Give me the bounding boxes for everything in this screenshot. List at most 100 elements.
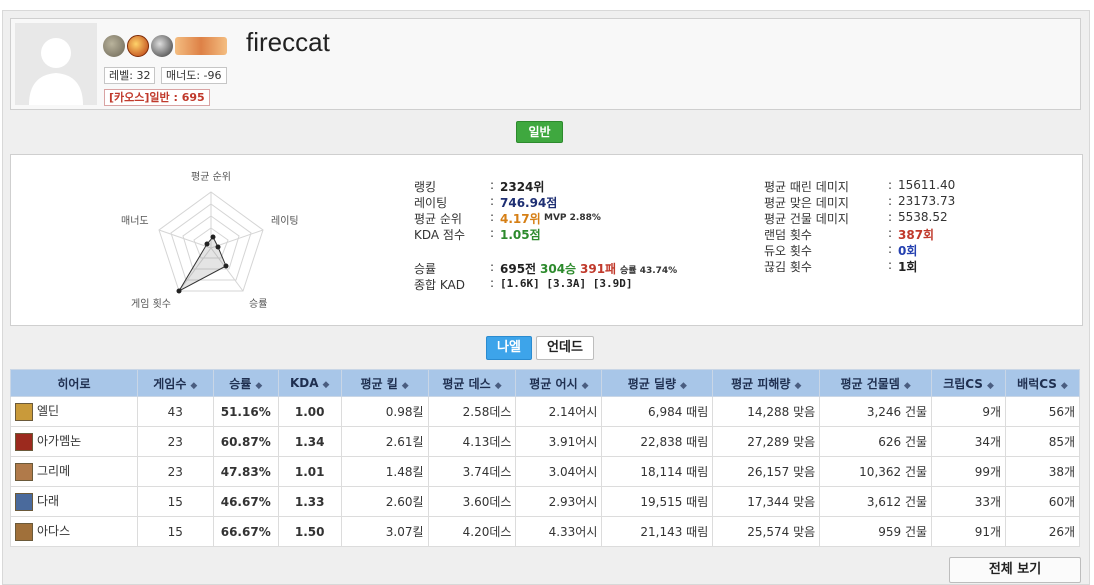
winrate-cell: 60.87% [212,426,279,457]
dealt-cell: 6,984 때림 [601,396,714,427]
sort-icon: ◆ [1060,380,1068,391]
stat-total-kad: 종합 KAD : [1.6K] [3.3A] [3.9D] [414,276,633,292]
table-row: 아가멤논 23 60.87% 1.34 2.61킬 4.13데스 3.91어시 … [10,426,1080,457]
col-avg-building[interactable]: 평균 건물뎀 ◆ [819,369,933,397]
table-row: 그리메 23 47.83% 1.01 1.48킬 3.74데스 3.04어시 1… [10,456,1080,487]
manner-chip: 매너도: -96 [161,67,227,84]
death-cell: 3.60데스 [427,486,517,517]
table-row: 엘딘 43 51.16% 1.00 0.98킬 2.58데스 2.14어시 6,… [10,396,1080,427]
stat-avg-rank: 평균 순위 : 4.17위 MVP 2.88% [414,210,601,226]
taken-cell: 25,574 맞음 [712,516,821,547]
stat-avg-dealt-damage: 평균 때린 데미지 : 15611.40 [764,178,956,194]
games-cell: 23 [136,426,214,457]
games-cell: 43 [136,396,214,427]
dealt-cell: 21,143 때림 [601,516,714,547]
sort-icon: ◆ [794,380,802,391]
sort-icon: ◆ [581,380,589,391]
dealt-cell: 22,838 때림 [601,426,714,457]
hero-cell[interactable]: 아가멤논 [10,426,138,457]
death-cell: 4.20데스 [427,516,517,547]
col-avg-death[interactable]: 평균 데스 ◆ [427,369,517,397]
assist-cell: 3.04어시 [515,456,603,487]
hero-cell[interactable]: 아다스 [10,516,138,547]
games-cell: 15 [136,516,214,547]
stat-kda: KDA 점수 : 1.05점 [414,226,541,242]
sort-icon: ◆ [401,380,409,391]
games-cell: 15 [136,486,214,517]
stats-panel: 평균 순위 레이팅 승률 게임 횟수 매너도 랭킹 : 2324위 레이팅 : … [10,154,1083,326]
assist-cell: 4.33어시 [515,516,603,547]
dealt-cell: 18,114 때림 [601,456,714,487]
creep-cell: 99개 [931,456,1006,487]
col-avg-kill[interactable]: 평균 킬 ◆ [340,369,429,397]
view-all-button[interactable]: 전체 보기 [949,557,1081,583]
col-hero[interactable]: 히어로 [10,369,138,397]
death-cell: 4.13데스 [427,426,517,457]
sort-icon: ◆ [255,380,263,391]
table-row: 아다스 15 66.67% 1.50 3.07킬 4.20데스 4.33어시 2… [10,516,1080,547]
assist-cell: 2.93어시 [515,486,603,517]
col-creep-cs[interactable]: 크립CS ◆ [931,369,1006,397]
winrate-cell: 47.83% [212,456,279,487]
kda-cell: 1.33 [277,486,342,517]
sort-icon: ◆ [494,380,502,391]
building-cell: 3,612 건물 [819,486,933,517]
col-avg-assist[interactable]: 평균 어시 ◆ [515,369,603,397]
creep-cell: 91개 [931,516,1006,547]
winrate-cell: 51.16% [212,396,279,427]
radar-point-avg-rank [210,234,216,240]
taken-cell: 26,157 맞음 [712,456,821,487]
tab-night-elf[interactable]: 나엘 [486,336,532,360]
taken-cell: 14,288 맞음 [712,396,821,427]
dealt-cell: 19,515 때림 [601,486,714,517]
hero-cell[interactable]: 그리메 [10,456,138,487]
table-header-row: 히어로 게임수 ◆ 승률 ◆ KDA ◆ 평균 킬 ◆ 평균 데스 ◆ 평균 어시 ◆ 평균… [10,369,1080,397]
rank-badge-icon [103,35,125,57]
assist-cell: 2.14어시 [515,396,603,427]
hero-portrait-icon [15,402,33,421]
sort-icon: ◆ [680,380,687,391]
radar-point-winrate [223,263,229,269]
hero-cell[interactable]: 엘딘 [10,396,138,427]
col-avg-taken[interactable]: 평균 피해량 ◆ [712,369,821,397]
col-winrate[interactable]: 승률 ◆ [212,369,279,397]
hero-cell[interactable]: 다래 [10,486,138,517]
creep-cell: 33개 [931,486,1006,517]
sphere-badge-icon [151,35,173,57]
creep-cell: 9개 [931,396,1006,427]
death-cell: 3.74데스 [427,456,517,487]
col-barrack-cs[interactable]: 배럭CS ◆ [1005,369,1080,397]
col-kda[interactable]: KDA ◆ [277,369,342,397]
col-avg-dealt[interactable]: 평균 딜량 ◆ [601,369,714,397]
barrack-cell: 38개 [1005,456,1080,487]
games-cell: 23 [136,456,214,487]
barrack-cell: 85개 [1005,426,1080,457]
kill-cell: 2.61킬 [340,426,429,457]
building-cell: 959 건물 [819,516,933,547]
taken-cell: 17,344 맞음 [712,486,821,517]
kda-cell: 1.00 [277,396,342,427]
kda-cell: 1.01 [277,456,342,487]
col-games[interactable]: 게임수 ◆ [136,369,214,397]
kda-cell: 1.50 [277,516,342,547]
sort-icon: ◆ [903,380,911,391]
hero-portrait-icon [15,462,33,481]
hero-portrait-icon [15,432,33,451]
kill-cell: 3.07킬 [340,516,429,547]
barrack-cell: 60개 [1005,486,1080,517]
avatar [15,23,97,105]
radar-label-manner: 매너도 [121,216,149,227]
radar-label-avg-rank: 평균 순위 [191,172,231,183]
vip-badge-icon [127,35,149,57]
sort-icon: ◆ [986,380,994,391]
kda-cell: 1.34 [277,426,342,457]
tab-undead[interactable]: 언데드 [536,336,594,360]
badge-list [103,33,227,59]
mode-general-button[interactable]: 일반 [516,121,563,143]
building-cell: 10,362 건물 [819,456,933,487]
radar-point-games [176,288,182,294]
stat-avg-building-damage: 평균 건물 데미지 : 5538.52 [764,210,948,226]
hero-stats-table: 히어로 게임수 ◆ 승률 ◆ KDA ◆ 평균 킬 ◆ 평균 데스 ◆ 평균 어시 ◆ 평균… [10,369,1080,547]
radar-label-winrate: 승률 [249,299,268,310]
radar-point-rating [215,244,221,250]
